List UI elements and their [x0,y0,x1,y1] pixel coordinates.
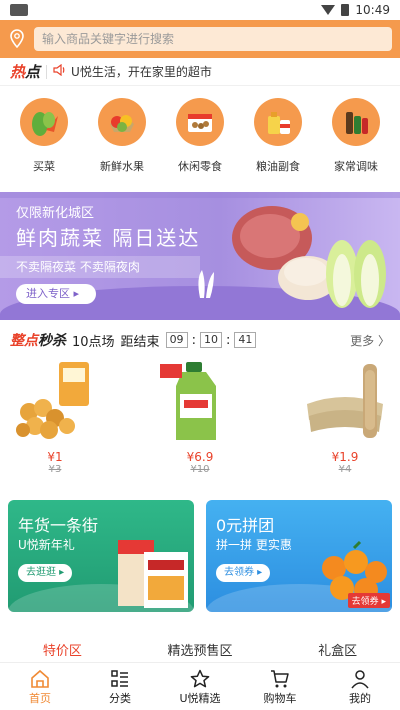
cart-icon [270,668,290,690]
status-right: 10:49 [321,3,390,17]
card-title: 年货一条街 [18,516,99,535]
card-subtitle: U悦新年礼 [18,538,75,552]
gift-box-illustration [118,540,188,608]
category-grid: 买菜 新鲜水果 休闲零食 粮油副食 家常调味 [0,86,400,198]
section-tabs: 特价区 精选预售区 礼盒区 [0,640,400,656]
fresh-food-illustration [232,206,386,308]
product-price: ¥1 [47,450,63,464]
enter-zone-button[interactable]: 进入专区 ▸ [16,284,96,304]
snacks-icon [176,98,224,146]
status-time: 10:49 [355,3,390,17]
seasoning-icon [332,98,380,146]
fruit-icon [98,98,146,146]
card-subtitle: 拼一拼 更实惠 [216,538,292,552]
card-title: 0元拼团 [216,516,275,535]
flash-sale-slot: 10点场 [72,334,115,350]
flash-sale-title: 整点秒杀 [10,333,66,349]
home-icon [30,668,50,690]
section-tab-special[interactable]: 特价区 [43,640,82,656]
tab-home[interactable]: 首页 [10,668,70,706]
tab-featured[interactable]: U悦精选 [170,668,230,706]
category-label: 家常调味 [334,160,378,173]
vegetables-icon [20,98,68,146]
tab-cart[interactable]: 购物车 [250,668,310,706]
countdown-minutes: 10 [199,332,222,348]
product-item[interactable]: ¥1.9 ¥4 [300,360,390,490]
category-fruit[interactable]: 新鲜水果 [92,98,152,198]
banner-line1: 仅限新化城区 [16,206,95,221]
speaker-icon [53,63,67,79]
tab-label: 我的 [349,691,371,705]
status-bar: 10:49 [0,0,400,20]
product-item[interactable]: ¥6.9 ¥10 [155,360,245,490]
tab-label: U悦精选 [179,691,221,705]
banner-strip [0,192,400,198]
more-link[interactable]: 更多 〉 [350,332,390,349]
section-tab-presale[interactable]: 精选预售区 [167,640,232,656]
tab-label: 分类 [109,691,131,705]
product-original-price: ¥4 [338,464,352,475]
countdown-hours: 09 [165,332,188,348]
category-label: 粮油副食 [256,160,300,173]
star-icon [190,668,210,690]
flash-sale-header: 整点秒杀 10点场 距结束 09 : 10 : 41 更多 〉 [0,330,400,350]
category-label: 买菜 [33,160,55,173]
grain-oil-icon [254,98,302,146]
search-input[interactable] [34,27,392,51]
category-grain-oil[interactable]: 粮油副食 [248,98,308,198]
header [0,20,400,58]
location-icon[interactable] [8,28,26,50]
countdown-colon: : [225,332,231,348]
group-buy-card[interactable]: 0元拼团 拼一拼 更实惠 去领券 ▸ 去领券 ▸ [206,500,392,612]
section-tab-giftbox[interactable]: 礼盒区 [318,640,357,656]
go-shopping-button[interactable]: 去逛逛 ▸ [18,564,73,582]
countdown-colon: : [191,332,196,348]
product-price: ¥1.9 [331,450,359,464]
bottom-tab-bar: 首页 分类 U悦精选 购物车 我的 [0,662,400,710]
category-vegetables[interactable]: 买菜 [14,98,74,198]
user-icon [350,668,370,690]
get-coupon-button[interactable]: 去领券 ▸ [216,564,271,582]
category-list-icon [110,668,130,690]
flash-sale-end-label: 距结束 [120,334,160,350]
tab-label: 购物车 [263,691,297,705]
product-original-price: ¥10 [190,464,210,475]
detergent-bottle-icon [160,362,216,440]
flash-sale-products: ¥1 ¥3 ¥6.9 ¥10 ¥1.9 ¥4 [0,360,400,490]
promo-banner[interactable]: 仅限新化城区 鲜肉蔬菜 隔日送达 不卖隔夜菜 不卖隔夜肉 进入专区 ▸ [0,192,400,320]
notification-icon [10,4,28,16]
hot-news-text: U悦生活，开在家里的超市 [71,65,212,79]
new-year-street-card[interactable]: 年货一条街 U悦新年礼 去逛逛 ▸ [8,500,194,612]
banner-line3: 不卖隔夜菜 不卖隔夜肉 [0,256,200,278]
rabbit-ears-illustration [198,270,214,298]
hot-news-bar[interactable]: 热点 U悦生活，开在家里的超市 [0,58,400,86]
promo-cards: 年货一条街 U悦新年礼 去逛逛 ▸ 0元拼团 拼一拼 更实惠 去领券 ▸ 去领券… [8,500,392,612]
product-item[interactable]: ¥1 ¥3 [10,360,100,490]
category-label: 新鲜水果 [100,160,144,173]
banner-title: 鲜肉蔬菜 隔日送达 [16,226,201,250]
category-label: 休闲零食 [178,160,222,173]
dried-noodle-icon [307,364,383,438]
corn-snack-icon [16,362,89,439]
tab-profile[interactable]: 我的 [330,668,390,706]
hot-tag: 热点 [10,63,41,81]
wifi-icon [321,5,336,15]
category-seasoning[interactable]: 家常调味 [326,98,386,198]
tab-label: 首页 [29,691,51,705]
divider [46,64,48,79]
product-price: ¥6.9 [186,450,214,464]
battery-icon [341,4,350,16]
coupon-badge[interactable]: 去领券 ▸ [347,593,390,608]
countdown-seconds: 41 [234,332,257,348]
tab-category[interactable]: 分类 [90,668,150,706]
product-original-price: ¥3 [48,464,62,475]
category-snacks[interactable]: 休闲零食 [170,98,230,198]
